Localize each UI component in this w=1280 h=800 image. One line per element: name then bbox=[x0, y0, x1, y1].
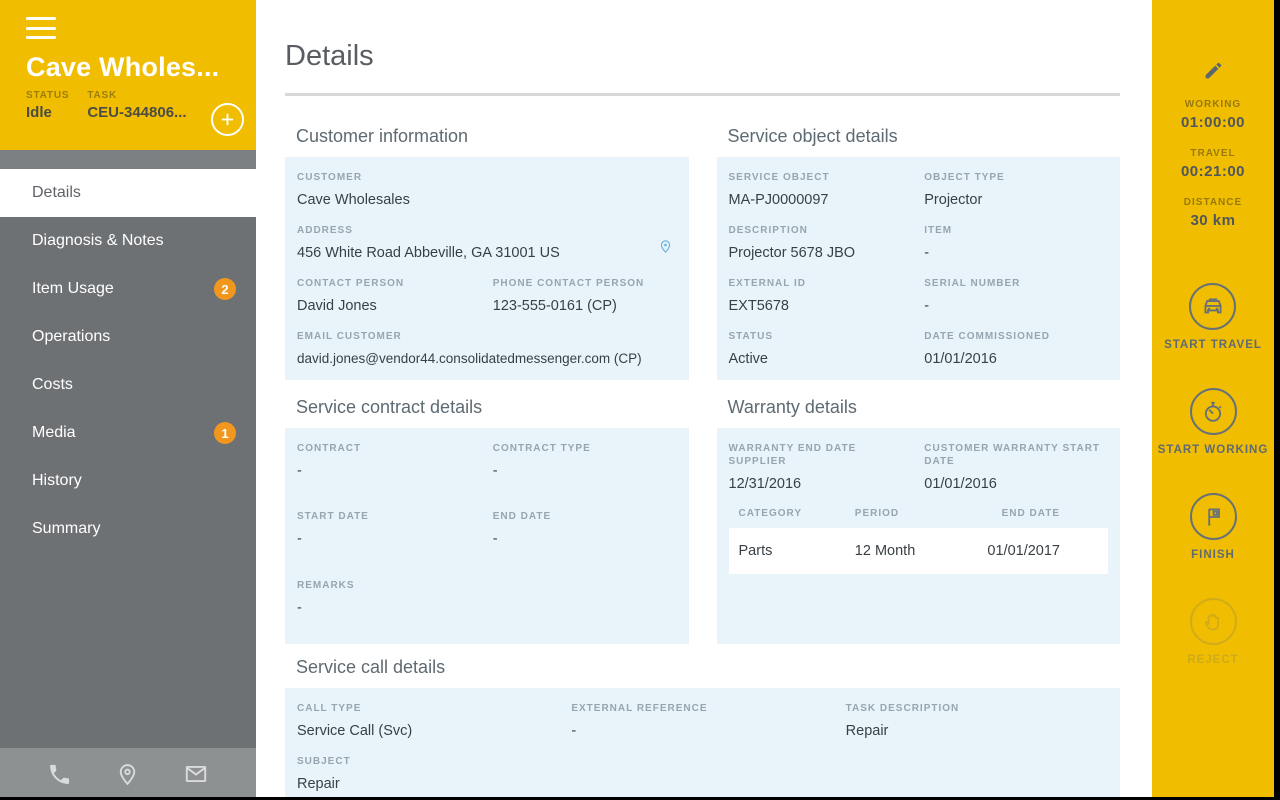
field-remarks: REMARKS - bbox=[297, 579, 355, 616]
field-email-customer: EMAIL CUSTOMER david.jones@vendor44.cons… bbox=[297, 331, 642, 366]
field-call-type: CALL TYPE Service Call (Svc) bbox=[297, 703, 413, 739]
plus-circle-icon bbox=[219, 111, 236, 128]
field-subject: SUBJECT Repair bbox=[297, 756, 351, 792]
sidebar-item-summary[interactable]: Summary bbox=[0, 505, 256, 553]
action-rail: WORKING 01:00:00 TRAVEL 00:21:00 DISTANC… bbox=[1152, 0, 1280, 800]
service-contract-section: Service contract details CONTRACT - CONT… bbox=[285, 397, 689, 644]
sidebar-item-item-usage[interactable]: Item Usage 2 bbox=[0, 265, 256, 313]
service-contract-panel: CONTRACT - CONTRACT TYPE - START DATE - … bbox=[285, 428, 689, 644]
phone-icon[interactable] bbox=[47, 762, 72, 787]
warranty-panel: WARRANTY END DATE SUPPLIER 12/31/2016 CU… bbox=[716, 428, 1120, 644]
task-value: CEU-344806... bbox=[87, 104, 187, 121]
task-customer-title: Cave Wholes... bbox=[26, 52, 220, 82]
field-contract: CONTRACT - bbox=[297, 443, 362, 479]
section-title: Service call details bbox=[296, 657, 446, 677]
sidebar-item-media[interactable]: Media 1 bbox=[0, 409, 256, 457]
field-start-date: START DATE - bbox=[297, 511, 369, 548]
field-phone-contact-person: PHONE CONTACT PERSON 123-555-0161 (CP) bbox=[492, 278, 645, 314]
warranty-section: Warranty details WARRANTY END DATE SUPPL… bbox=[716, 397, 1120, 644]
customer-information-panel: CUSTOMER Cave Wholesales ADDRESS 456 Whi… bbox=[285, 157, 689, 380]
nav-top-strip bbox=[0, 150, 256, 169]
service-object-section: Service object details SERVICE OBJECT MA… bbox=[716, 126, 1120, 380]
sidebar-item-operations[interactable]: Operations bbox=[0, 313, 256, 361]
hand-icon bbox=[1189, 598, 1237, 645]
field-item: ITEM - bbox=[924, 225, 953, 261]
field-description: DESCRIPTION Projector 5678 JBO bbox=[728, 225, 856, 261]
warranty-table-header: CATEGORY PERIOD END DATE bbox=[738, 508, 1060, 519]
reject-button[interactable]: REJECT bbox=[1187, 598, 1238, 666]
detail-panels: Customer information CUSTOMER Cave Whole… bbox=[285, 126, 1120, 644]
task-nav: Details Diagnosis & Notes Item Usage 2 O… bbox=[0, 169, 256, 748]
location-pin-icon[interactable] bbox=[115, 762, 140, 787]
task-header: Cave Wholes... STATUS Idle TASK CEU-3448… bbox=[0, 0, 256, 150]
sidebar-item-details[interactable]: Details bbox=[0, 169, 256, 217]
field-serial-number: SERIAL NUMBER - bbox=[924, 278, 1021, 314]
working-timer: WORKING 01:00:00 bbox=[1180, 99, 1246, 131]
menu-icon[interactable] bbox=[26, 17, 56, 39]
pencil-icon bbox=[1203, 60, 1224, 81]
media-badge: 1 bbox=[214, 422, 236, 444]
status-value: Idle bbox=[26, 104, 52, 121]
app-screen: Cave Wholes... STATUS Idle TASK CEU-3448… bbox=[0, 0, 1280, 800]
field-date-commissioned: DATE COMMISSIONED 01/01/2016 bbox=[924, 331, 1050, 367]
envelope-icon[interactable] bbox=[183, 761, 209, 787]
page-title: Details bbox=[285, 40, 374, 72]
field-object-type: OBJECT TYPE Projector bbox=[924, 172, 1005, 208]
travel-timer: TRAVEL 00:21:00 bbox=[1180, 148, 1246, 180]
field-end-date: END DATE - bbox=[492, 511, 552, 548]
field-task-description: TASK DESCRIPTION Repair bbox=[845, 703, 960, 739]
section-title: Warranty details bbox=[727, 397, 857, 417]
car-icon bbox=[1189, 283, 1237, 330]
sidebar-item-history[interactable]: History bbox=[0, 457, 256, 505]
distance-counter: DISTANCE 30 km bbox=[1183, 197, 1243, 229]
field-service-object: SERVICE OBJECT MA-PJ0000097 bbox=[728, 172, 830, 208]
warranty-table: CATEGORY PERIOD END DATE Parts 12 Month … bbox=[728, 507, 1108, 574]
add-button[interactable] bbox=[211, 103, 244, 136]
sidebar-item-costs[interactable]: Costs bbox=[0, 361, 256, 409]
finish-button[interactable]: FINISH bbox=[1189, 493, 1237, 561]
status-task-row: STATUS Idle TASK CEU-344806... bbox=[26, 90, 230, 121]
screen-bezel-right bbox=[1274, 0, 1280, 800]
section-title: Service object details bbox=[727, 126, 898, 146]
field-warranty-end-date-supplier: WARRANTY END DATE SUPPLIER 12/31/2016 bbox=[728, 443, 857, 492]
start-travel-button[interactable]: START TRAVEL bbox=[1164, 283, 1262, 351]
field-external-id: EXTERNAL ID EXT5678 bbox=[728, 278, 806, 314]
action-buttons: START TRAVEL START WORKING FINISH REJECT bbox=[1158, 246, 1269, 666]
item-usage-badge: 2 bbox=[214, 278, 236, 300]
flag-icon bbox=[1189, 493, 1237, 540]
service-call-section: Service call details CALL TYPE Service C… bbox=[285, 657, 1120, 800]
start-working-button[interactable]: START WORKING bbox=[1158, 388, 1269, 456]
left-sidebar: Cave Wholes... STATUS Idle TASK CEU-3448… bbox=[0, 0, 256, 800]
field-customer: CUSTOMER Cave Wholesales bbox=[297, 172, 410, 208]
service-object-panel: SERVICE OBJECT MA-PJ0000097 OBJECT TYPE … bbox=[716, 157, 1120, 380]
customer-information-section: Customer information CUSTOMER Cave Whole… bbox=[285, 126, 689, 380]
section-title: Service contract details bbox=[296, 397, 483, 417]
map-pin-icon[interactable] bbox=[658, 238, 673, 255]
field-customer-warranty-start-date: CUSTOMER WARRANTY START DATE 01/01/2016 bbox=[924, 443, 1101, 492]
timers: WORKING 01:00:00 TRAVEL 00:21:00 DISTANC… bbox=[1181, 99, 1245, 246]
stopwatch-icon bbox=[1189, 388, 1237, 435]
field-address: ADDRESS 456 White Road Abbeville, GA 310… bbox=[297, 224, 677, 262]
table-row: Parts 12 Month 01/01/2017 bbox=[728, 528, 1108, 574]
sidebar-item-diagnosis-notes[interactable]: Diagnosis & Notes bbox=[0, 217, 256, 265]
title-divider bbox=[285, 93, 1120, 96]
field-status: STATUS Active bbox=[728, 331, 774, 367]
field-external-reference: EXTERNAL REFERENCE - bbox=[571, 703, 708, 739]
contact-actions-bar bbox=[0, 748, 256, 800]
field-contact-person: CONTACT PERSON David Jones bbox=[297, 278, 405, 314]
edit-times-button[interactable] bbox=[1203, 60, 1224, 81]
task-label: TASK bbox=[87, 90, 118, 101]
section-title: Customer information bbox=[296, 126, 469, 146]
details-page: Details Customer information CUSTOMER Ca… bbox=[256, 0, 1152, 800]
status-label: STATUS bbox=[26, 90, 70, 101]
service-call-panel: CALL TYPE Service Call (Svc) EXTERNAL RE… bbox=[285, 688, 1120, 800]
field-contract-type: CONTRACT TYPE - bbox=[492, 443, 591, 479]
